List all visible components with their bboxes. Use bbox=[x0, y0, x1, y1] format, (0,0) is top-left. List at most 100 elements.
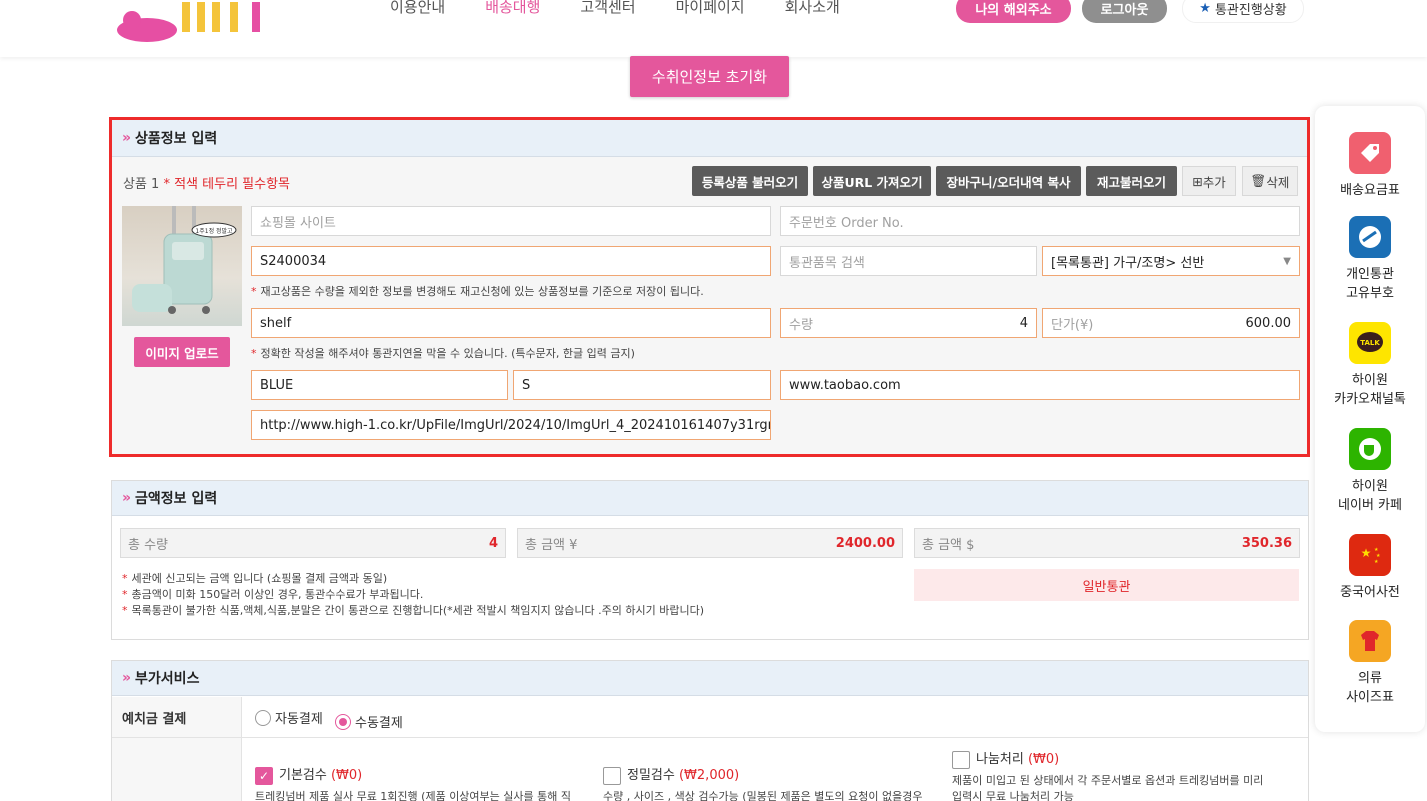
image-upload-button[interactable]: 이미지 업로드 bbox=[134, 337, 230, 367]
product-item-label: 상품 1 * 적색 테두리 필수항목 bbox=[123, 173, 290, 192]
category-value: [목록통관] 가구/조명> 선반 bbox=[1051, 255, 1205, 271]
image-url-field[interactable]: http://www.high-1.co.kr/UpFile/ImgUrl/20… bbox=[251, 410, 771, 440]
total-yuan-field: 총 금액 ¥ 2400.00 bbox=[517, 528, 903, 558]
site-header: 이용안내 배송대행 고객센터 마이페이지 회사소개 나의 해외주소 로그아웃 ★… bbox=[0, 0, 1427, 57]
detail-check-desc: 수량 , 사이즈 , 색상 검수가능 (밀봉된 제품은 별도의 요청이 없을경우 bbox=[603, 789, 923, 801]
total-yuan-value: 2400.00 bbox=[835, 535, 895, 551]
price-tag-icon bbox=[1349, 132, 1391, 174]
stock-code-field[interactable]: S2400034 bbox=[251, 246, 771, 276]
kakao-talk-icon: TALK bbox=[1349, 322, 1391, 364]
quantity-field[interactable]: 수량 4 bbox=[780, 308, 1037, 338]
extra-service-header: » 부가서비스 bbox=[112, 661, 1308, 696]
naver-cafe-icon bbox=[1349, 428, 1391, 470]
unit-price-value: 600.00 bbox=[1245, 315, 1292, 331]
nav-mypage[interactable]: 마이페이지 bbox=[676, 0, 745, 17]
my-overseas-address-button[interactable]: 나의 해외주소 bbox=[956, 0, 1071, 23]
stock-note-text: 재고상품은 수량을 제외한 정보를 변경해도 재고신청에 있는 상품정보를 기준… bbox=[260, 285, 704, 298]
delete-product-button[interactable]: 🗑 삭제 bbox=[1242, 166, 1298, 196]
copy-cart-button[interactable]: 장바구니/오더내역 복사 bbox=[936, 166, 1081, 196]
auto-pay-radio[interactable]: 자동결제 bbox=[255, 708, 323, 727]
sidebar-item-shipping-rates[interactable]: 배송요금표 bbox=[1315, 132, 1425, 200]
product-number: 상품 1 bbox=[123, 177, 160, 192]
double-chevron-icon: » bbox=[122, 490, 131, 506]
svg-text:TALK: TALK bbox=[1360, 339, 1380, 347]
total-usd-value: 350.36 bbox=[1241, 535, 1292, 551]
sidebar-item-kakao-channel[interactable]: TALK 하이원 카카오채널톡 bbox=[1315, 322, 1425, 409]
logout-button[interactable]: 로그아웃 bbox=[1082, 0, 1167, 23]
dropdown-arrow-icon: ▼ bbox=[1283, 255, 1291, 267]
total-usd-label: 총 금액 $ bbox=[922, 537, 975, 553]
checkbox-icon bbox=[603, 766, 621, 785]
quantity-value: 4 bbox=[1019, 315, 1028, 331]
product-info-header: » 상품정보 입력 bbox=[112, 120, 1307, 157]
amount-info-panel: » 금액정보 입력 총 수량 4 총 금액 ¥ 2400.00 총 금액 $ 3… bbox=[111, 480, 1309, 640]
product-name-value: shelf bbox=[260, 315, 292, 331]
sidebar-item-clothing-size[interactable]: 의류 사이즈표 bbox=[1315, 620, 1425, 707]
svg-text:★: ★ bbox=[1361, 546, 1372, 560]
load-stock-button[interactable]: 재고불러오기 bbox=[1086, 166, 1177, 196]
required-note: * 적색 테두리 필수항목 bbox=[163, 177, 291, 192]
product-info-title: 상품정보 입력 bbox=[135, 131, 218, 147]
deposit-payment-row: 예치금 결제 자동결제 수동결제 bbox=[112, 697, 1308, 738]
extra-service-panel: » 부가서비스 예치금 결제 자동결제 수동결제 ✓ 기본검수 (₩0) 트레킹넘… bbox=[111, 660, 1309, 801]
inspection-label bbox=[112, 738, 242, 801]
payment-options: 자동결제 수동결제 bbox=[255, 708, 411, 731]
unit-price-label: 단가(¥) bbox=[1051, 317, 1094, 333]
split-option[interactable]: 나눔처리 (₩0) 제품이 미입고 된 상태에서 각 주문서별로 옵션과 트레킹… bbox=[952, 748, 1302, 801]
shop-site-field[interactable]: 쇼핑몰 사이트 bbox=[251, 206, 771, 236]
total-quantity-label: 총 수량 bbox=[128, 537, 169, 553]
image-url-value: http://www.high-1.co.kr/UpFile/ImgUrl/20… bbox=[260, 417, 771, 433]
unit-price-field[interactable]: 단가(¥) 600.00 bbox=[1042, 308, 1300, 338]
product-name-field[interactable]: shelf bbox=[251, 308, 771, 338]
customs-item-search-field[interactable]: 통관품목 검색 bbox=[780, 246, 1037, 276]
shop-url-value: www.taobao.com bbox=[789, 377, 901, 393]
shirt-icon bbox=[1349, 620, 1391, 662]
stock-note: * 재고상품은 수량을 제외한 정보를 변경해도 재고신청에 있는 상품정보를 기… bbox=[251, 285, 704, 298]
plus-box-icon: ⊞ bbox=[1192, 173, 1203, 189]
sidebar-item-customs-code[interactable]: 개인통관 고유부호 bbox=[1315, 216, 1425, 303]
manual-pay-radio[interactable]: 수동결제 bbox=[334, 712, 403, 731]
product-info-panel: » 상품정보 입력 상품 1 * 적색 테두리 필수항목 등록상품 불러오기 상… bbox=[109, 117, 1310, 457]
checkbox-icon bbox=[952, 750, 970, 769]
total-yuan-label: 총 금액 ¥ bbox=[525, 537, 578, 553]
double-chevron-icon: » bbox=[122, 670, 131, 686]
amount-note: * 목록통관이 불가한 식품,액체,식품,분말은 간이 통관으로 진행합니다(*세… bbox=[122, 604, 705, 617]
svg-text:★: ★ bbox=[1374, 559, 1379, 565]
total-usd-field: 총 금액 $ 350.36 bbox=[914, 528, 1300, 558]
detail-check-option[interactable]: 정밀검수 (₩2,000) 수량 , 사이즈 , 색상 검수가능 (밀봉된 제품… bbox=[603, 764, 948, 801]
add-label: 추가 bbox=[1202, 174, 1226, 190]
thumb-caption: 1주1정 정말고 bbox=[195, 227, 233, 235]
color-field[interactable]: BLUE bbox=[251, 370, 508, 400]
checkbox-checked-icon: ✓ bbox=[255, 766, 273, 785]
basic-check-option[interactable]: ✓ 기본검수 (₩0) 트레킹넘버 제품 실사 무료 1회진행 (제품 이상여부는… bbox=[255, 764, 595, 801]
product-image: 1주1정 정말고 bbox=[122, 206, 242, 326]
double-chevron-icon: » bbox=[122, 130, 131, 146]
category-select[interactable]: [목록통관] 가구/조명> 선반 ▼ bbox=[1042, 246, 1300, 276]
add-product-button[interactable]: ⊞ 추가 bbox=[1182, 166, 1236, 196]
total-quantity-field: 총 수량 4 bbox=[120, 528, 506, 558]
trash-icon: 🗑 bbox=[1250, 173, 1267, 188]
reset-recipient-button[interactable]: 수취인정보 초기화 bbox=[630, 56, 789, 97]
deposit-payment-label: 예치금 결제 bbox=[112, 697, 242, 737]
shop-url-field[interactable]: www.taobao.com bbox=[780, 370, 1300, 400]
nav-shipping-agency[interactable]: 배송대행 bbox=[485, 0, 540, 17]
get-url-button[interactable]: 상품URL 가져오기 bbox=[813, 166, 931, 196]
main-nav: 이용안내 배송대행 고객센터 마이페이지 회사소개 bbox=[390, 0, 880, 17]
site-logo[interactable] bbox=[112, 0, 282, 42]
accuracy-note-text: 정확한 작성을 해주셔야 통관지연을 막을 수 있습니다. (특수문자, 한글 … bbox=[260, 347, 635, 360]
nav-guide[interactable]: 이용안내 bbox=[390, 0, 445, 17]
customs-status-button[interactable]: ★ 통관진행상황 bbox=[1182, 0, 1304, 23]
accuracy-note: * 정확한 작성을 해주셔야 통관지연을 막을 수 있습니다. (특수문자, 한글… bbox=[251, 347, 635, 360]
inspection-row: ✓ 기본검수 (₩0) 트레킹넘버 제품 실사 무료 1회진행 (제품 이상여부는… bbox=[112, 738, 1308, 801]
split-desc: 제품이 미입고 된 상태에서 각 주문서별로 옵션과 트레킹넘버를 미리 입력시… bbox=[952, 773, 1264, 801]
size-field[interactable]: S bbox=[513, 370, 771, 400]
sidebar-item-naver-cafe[interactable]: 하이원 네이버 카페 bbox=[1315, 428, 1425, 515]
nav-company[interactable]: 회사소개 bbox=[785, 0, 840, 17]
sidebar-item-chinese-dictionary[interactable]: ★ ★ ★ ★ 중국어사전 bbox=[1315, 534, 1425, 602]
order-number-field[interactable]: 주문번호 Order No. bbox=[780, 206, 1300, 236]
quantity-label: 수량 bbox=[789, 317, 813, 333]
load-registered-button[interactable]: 등록상품 불러오기 bbox=[692, 166, 808, 196]
nav-customer-center[interactable]: 고객센터 bbox=[580, 0, 635, 17]
amount-notes: * 세관에 신고되는 금액 입니다 (쇼핑몰 결제 금액과 동일) * 총금액이 미… bbox=[122, 571, 704, 619]
extra-service-title: 부가서비스 bbox=[135, 671, 200, 687]
